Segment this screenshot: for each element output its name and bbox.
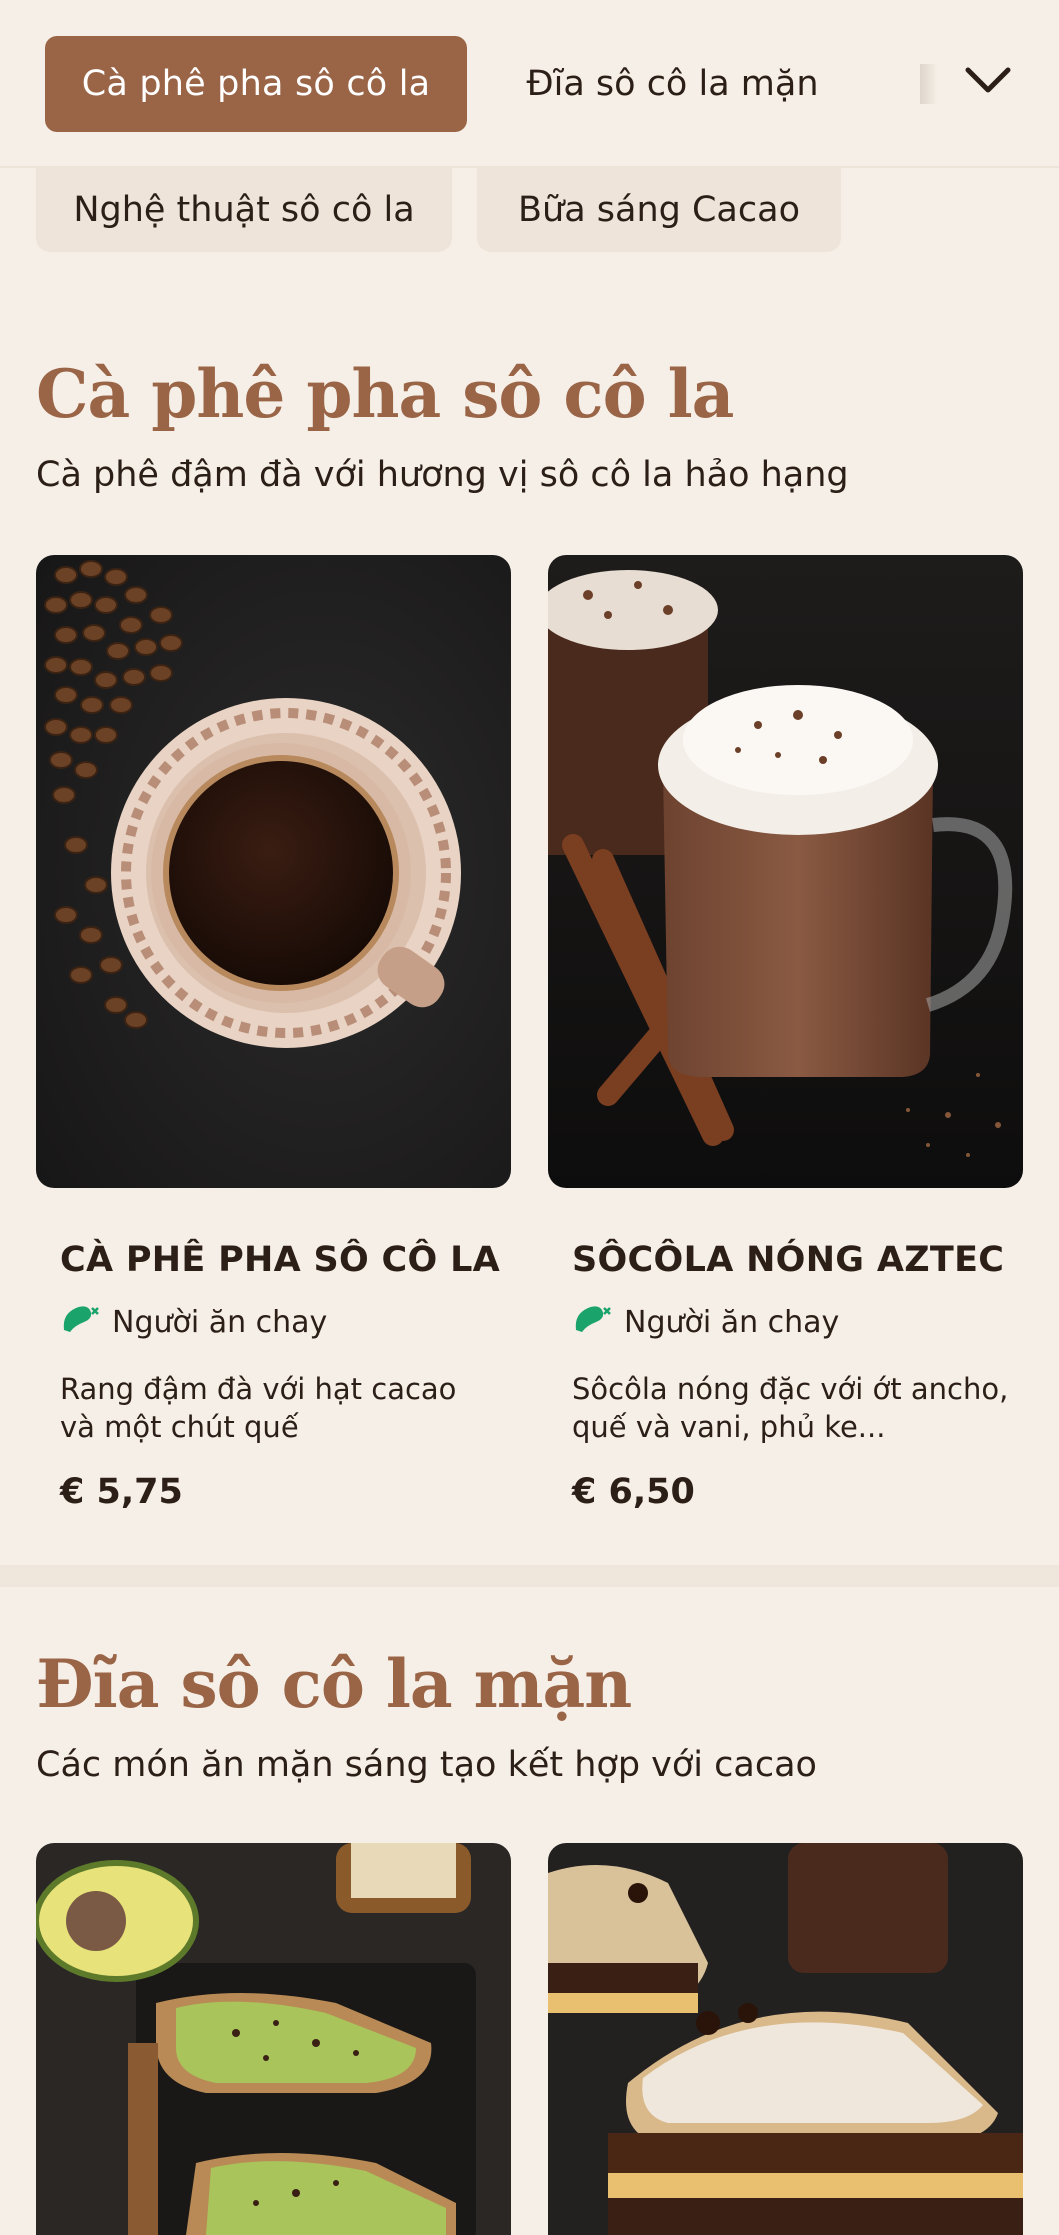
diet-label: Người ăn chay xyxy=(112,1304,328,1340)
vegetarian-icon xyxy=(572,1300,614,1344)
diet-tag: Người ăn chay xyxy=(60,1300,327,1344)
tab-savory-chocolate[interactable]: Đĩa sô cô la mặn xyxy=(500,36,845,132)
item-image-chocolate-coffee[interactable] xyxy=(36,555,511,1188)
section-title: Cà phê pha sô cô la xyxy=(36,355,734,433)
category-nav: Cà phê pha sô cô la Đĩa sô cô la mặn xyxy=(0,0,1059,168)
item-description: Rang đậm đà với hạt cacao và một chút qu… xyxy=(60,1372,457,1444)
item-description: Sôcôla nóng đặc với ớt ancho, quế và van… xyxy=(572,1372,1009,1444)
chip-cacao-breakfast[interactable]: Bữa sáng Cacao xyxy=(477,168,841,252)
chip-chocolate-art[interactable]: Nghệ thuật sô cô la xyxy=(36,168,452,252)
section-subtitle: Các món ăn mặn sáng tạo kết hợp với caca… xyxy=(36,1745,817,1785)
item-image-avocado-toast[interactable] xyxy=(36,1843,511,2235)
item-image-chocolate-sandwich[interactable] xyxy=(548,1843,1023,2235)
section-subtitle: Cà phê đậm đà với hương vị sô cô la hảo … xyxy=(36,455,849,495)
item-price: € 5,75 xyxy=(60,1472,183,1512)
diet-tag: Người ăn chay xyxy=(572,1300,839,1344)
tab-chocolate-coffee[interactable]: Cà phê pha sô cô la xyxy=(45,36,467,132)
tab-overflow-fade xyxy=(920,64,938,104)
chevron-down-icon[interactable] xyxy=(958,50,1018,110)
section-divider xyxy=(0,1565,1059,1587)
item-price: € 6,50 xyxy=(572,1472,695,1512)
diet-label: Người ăn chay xyxy=(624,1304,840,1340)
vegetarian-icon xyxy=(60,1300,102,1344)
section-title: Đĩa sô cô la mặn xyxy=(36,1645,632,1723)
item-image-aztec-hot-chocolate[interactable] xyxy=(548,555,1023,1188)
item-name: CÀ PHÊ PHA SÔ CÔ LA xyxy=(60,1240,501,1280)
item-name: SÔCÔLA NÓNG AZTEC xyxy=(572,1240,1005,1280)
